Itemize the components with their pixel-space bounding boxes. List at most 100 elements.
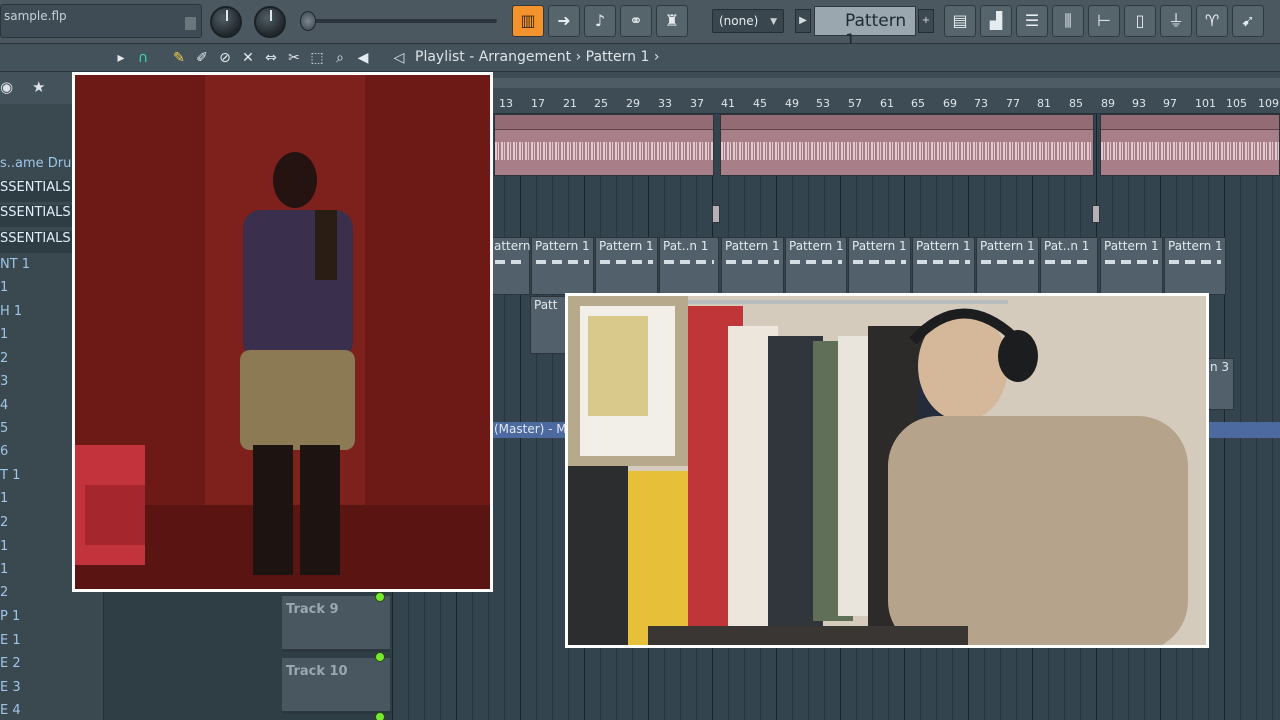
master-pitch-knob[interactable] <box>254 6 286 38</box>
browser-tree-icon: ⊢ <box>1097 11 1111 30</box>
track-header[interactable]: Track 9 <box>282 596 390 652</box>
ruler-bar-number: 77 <box>1006 97 1020 110</box>
ruler-bar-number: 17 <box>531 97 545 110</box>
playlist-window-button[interactable]: ▤ <box>944 5 976 37</box>
select-tool-icon[interactable]: ⬚ <box>308 49 326 67</box>
pattern-clip[interactable]: Pattern 1 <box>1164 237 1226 295</box>
pattern-selector[interactable]: Pattern 1 <box>814 6 916 51</box>
channel-dropdown[interactable]: (none) ▼ <box>712 9 784 33</box>
pattern-clip-label: Pattern 1 <box>535 239 590 253</box>
browser-item[interactable]: E 4 <box>0 703 104 720</box>
project-button[interactable]: ▯ <box>1124 5 1156 37</box>
pattern-clip[interactable]: Pattern 1 <box>595 237 658 295</box>
automation-point[interactable] <box>712 205 720 223</box>
pattern-clip-label: n 3 <box>1210 360 1230 374</box>
pattern-notes <box>853 260 906 264</box>
pattern-prev-button[interactable]: ▶ <box>795 9 811 33</box>
playlist-toolbar: ▸ ∩ ✎ ✐ ⊘ ✕ ⇔ ✂ ⬚ ⌕ ◀ ◁ Playlist - Arran… <box>0 44 1280 72</box>
arrow-right-icon: ➜ <box>557 11 571 30</box>
piano-roll-mode-button[interactable]: ▥ <box>512 5 544 37</box>
breadcrumb-playlist[interactable]: Playlist - Arrangement <box>415 49 571 65</box>
breadcrumb-pattern[interactable]: Pattern 1 <box>586 49 650 65</box>
track-header[interactable]: Track 10 <box>282 658 390 714</box>
ruler-bar-number: 105 <box>1226 97 1247 110</box>
audio-clip[interactable] <box>494 114 714 176</box>
pattern-clip-label: Pattern 1 <box>789 239 844 253</box>
pattern-clip[interactable]: Pattern 1 <box>912 237 975 295</box>
performer-photo <box>72 72 493 592</box>
pattern-clip[interactable]: Pat..n 1 <box>1040 237 1098 295</box>
browser-item[interactable]: E 3 <box>0 680 104 702</box>
magnet-icon[interactable]: ∩ <box>134 49 152 67</box>
audio-clip[interactable] <box>720 114 1094 176</box>
channel-rack-button[interactable]: ☰ <box>1016 5 1048 37</box>
slip-tool-icon[interactable]: ⇔ <box>262 49 280 67</box>
ruler-bar-number: 93 <box>1132 97 1146 110</box>
audio-clip[interactable] <box>1100 114 1280 176</box>
zoom-tool-icon[interactable]: ⌕ <box>331 49 349 67</box>
master-slider-thumb[interactable] <box>300 11 316 31</box>
playlist-icon: ▤ <box>952 11 968 30</box>
speaker-icon[interactable]: ◁ <box>390 49 408 67</box>
channel-rack-icon: ☰ <box>1024 11 1040 30</box>
pattern-clip[interactable]: Pattern 1 <box>721 237 784 295</box>
master-volume-knob[interactable] <box>210 6 242 38</box>
slice-tool-icon[interactable]: ✂ <box>285 49 303 67</box>
pattern-clip[interactable]: Patt <box>530 296 570 354</box>
timeline-ruler[interactable] <box>392 72 1280 114</box>
link-icon: ⚭ <box>629 11 643 30</box>
browser-item[interactable]: P 1 <box>0 609 104 631</box>
ruler-bar-number: 33 <box>658 97 672 110</box>
playback-tool-icon[interactable]: ◀ <box>354 49 372 67</box>
mute-tool-icon[interactable]: ✕ <box>239 49 257 67</box>
pattern-clip[interactable]: Pattern 1 <box>976 237 1039 295</box>
paint-brush-icon[interactable]: ✐ <box>193 49 211 67</box>
browser-globe-icon[interactable]: ◉ <box>0 78 13 96</box>
track-mute-led[interactable] <box>375 712 385 720</box>
browser-item[interactable]: E 2 <box>0 656 104 678</box>
ruler-bar-number: 73 <box>974 97 988 110</box>
breadcrumb: Playlist - Arrangement › Pattern 1 › <box>415 49 659 65</box>
step-mode-button[interactable]: ➜ <box>548 5 580 37</box>
track-mute-led[interactable] <box>375 592 385 602</box>
playlist-menu-arrow-icon[interactable]: ▸ <box>112 49 130 67</box>
pencil-icon[interactable]: ✎ <box>170 49 188 67</box>
pattern-clip[interactable]: Pattern 1 <box>785 237 847 295</box>
star-icon[interactable]: ★ <box>32 78 45 96</box>
pattern-clip[interactable]: attern 1 <box>490 237 542 295</box>
plugin-button[interactable]: ⏚ <box>1160 5 1192 37</box>
pattern-clip[interactable]: Pattern 1 <box>848 237 911 295</box>
track-mute-led[interactable] <box>375 652 385 662</box>
stamp-button[interactable]: ♜ <box>656 5 688 37</box>
waveform <box>1101 142 1279 160</box>
ruler-bar-number: 41 <box>721 97 735 110</box>
ruler-bar-number: 21 <box>563 97 577 110</box>
mixer-button[interactable]: ⫼ <box>1052 5 1084 37</box>
send-button[interactable]: ➹ <box>1232 5 1264 37</box>
producer-photo <box>565 293 1209 648</box>
song-position-bar[interactable] <box>392 78 1280 88</box>
master-slider-track[interactable] <box>312 19 497 23</box>
trash-icon[interactable] <box>185 17 196 30</box>
pattern-clip[interactable]: n 3 <box>1206 358 1234 410</box>
pattern-clip[interactable]: Pattern 1 <box>1100 237 1163 295</box>
chevron-down-icon: ▼ <box>770 17 777 27</box>
add-pattern-button[interactable]: + <box>918 9 934 33</box>
pattern-clip-label: Pattern 1 <box>725 239 780 253</box>
piano-roll-window-button[interactable]: ▟ <box>980 5 1012 37</box>
automation-point[interactable] <box>1092 205 1100 223</box>
delete-tool-icon[interactable]: ⊘ <box>216 49 234 67</box>
pattern-clip[interactable]: Pat..n 1 <box>659 237 719 295</box>
tempo-tapper-button[interactable]: ♈ <box>1196 5 1228 37</box>
track-label: Track 9 <box>286 602 339 617</box>
pattern-clip-label: Pattern 1 <box>1104 239 1159 253</box>
pattern-notes <box>664 260 714 264</box>
browser-button[interactable]: ⊢ <box>1088 5 1120 37</box>
project-filename-box[interactable]: sample.flp <box>0 4 202 38</box>
ruler-bar-number: 69 <box>943 97 957 110</box>
ruler-bar-number: 29 <box>626 97 640 110</box>
pattern-clip[interactable]: Pattern 1 <box>531 237 594 295</box>
link-button[interactable]: ⚭ <box>620 5 652 37</box>
browser-item[interactable]: E 1 <box>0 633 104 655</box>
slide-tool-button[interactable]: ♪ <box>584 5 616 37</box>
